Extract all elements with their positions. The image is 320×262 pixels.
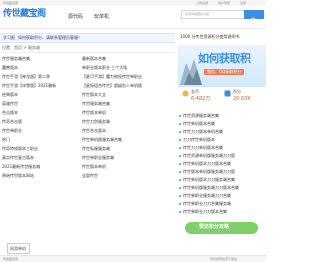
sidebar-item[interactable]: 传世刀刀版本单机合集 xyxy=(178,128,266,136)
bullet-icon xyxy=(179,211,181,213)
sidebar-item[interactable]: 传世单机版本刀刀版本合集 xyxy=(178,160,266,168)
sidebar-item[interactable]: 传世版本单机版服务端刀刀版 xyxy=(178,168,266,176)
bullet-icon xyxy=(179,115,181,117)
site-logo-text: 传世藏宝阁 xyxy=(3,9,46,19)
list-item[interactable]: 传世合击版本 xyxy=(80,127,175,135)
list-item[interactable]: 传世版本大全 xyxy=(80,91,175,99)
notice-text[interactable]: 如何获取积分，请联系管理员客服！ xyxy=(18,36,82,40)
login-link[interactable]: 用户登录 xyxy=(218,1,230,5)
side-notice: 1000 分传世资源积分使用说明书 xyxy=(178,33,266,41)
sidebar-item[interactable]: 传世资源服务端合集 xyxy=(178,112,266,120)
category-button[interactable]: 网游单机 xyxy=(7,243,30,254)
stat-value-gold: 6,482万 xyxy=(191,96,211,102)
user-stats: 金币 6,482万 积分 20.63K xyxy=(178,88,266,108)
sidebar-item[interactable]: 刀刀传世单机版本 xyxy=(178,136,266,144)
breadcrumb-text: 位置：首页 > 服务端 xyxy=(2,45,40,50)
points-icon xyxy=(224,90,231,97)
bullet-icon xyxy=(179,187,181,189)
nav-source-code[interactable]: 源代码 xyxy=(68,15,83,20)
list-item[interactable]: 魔兽版本 xyxy=(0,64,75,72)
list-item[interactable]: 传世单机版服务端合集 xyxy=(80,136,175,144)
sidebar-item[interactable]: 传世单职业服务端刀刀合集 xyxy=(178,192,266,200)
list-item[interactable]: 传世刀剑服务端 xyxy=(80,118,175,126)
nav-single-player[interactable]: 玩单机 xyxy=(94,15,109,20)
stat-value-points: 20.63K xyxy=(233,96,251,102)
top-strip-site: 传世藏宝阁 xyxy=(3,0,19,5)
sidebar-item[interactable]: 传世单职业刀刀版本合集 xyxy=(178,208,266,216)
list-item[interactable]: 传世版本单机 xyxy=(80,163,175,171)
sidebar-item[interactable]: 传世单机版本刀刀服务端合集 xyxy=(178,176,266,184)
footer-left: 传世藏宝阁 xyxy=(3,256,19,261)
register-link[interactable]: 注册 xyxy=(240,1,246,5)
site-header: 传世藏宝阁 源代码 玩单机 搜索你需要的内容 xyxy=(0,6,266,29)
list-item[interactable]: 热门 xyxy=(0,136,75,144)
banner-title: 如何获取积 xyxy=(198,52,251,65)
bullet-icon xyxy=(179,123,181,125)
banner-subtitle: 微信、QQ获取积分 xyxy=(204,69,245,75)
sidebar-item[interactable]: 传世单机版服务端刀刀版本合集 xyxy=(178,184,266,192)
search-icon xyxy=(250,17,257,24)
list-item[interactable]: 【星际组合传世】超级别人单机版 xyxy=(80,82,175,90)
footer-right: 传世游戏资源下载站 xyxy=(210,256,238,261)
sidebar-item[interactable]: 传世刀刀单机版本合集 xyxy=(178,144,266,152)
bullet-icon xyxy=(179,203,181,205)
sidebar-item[interactable]: 传世资源单机版服务端刀刀版 xyxy=(178,152,266,160)
list-item[interactable]: 传世版本单机 xyxy=(80,109,175,117)
bullet-icon xyxy=(179,179,181,181)
list-item[interactable]: 传世单职业 xyxy=(0,127,75,135)
list-item[interactable]: 2021最新传世服务端 xyxy=(0,163,75,171)
stat-label-points: 积分 xyxy=(233,89,241,94)
bullet-icon xyxy=(179,171,181,173)
site-logo[interactable]: 传世藏宝阁 xyxy=(3,10,47,23)
side-notice-text[interactable]: 1000 分传世资源积分使用说明书 xyxy=(180,35,239,39)
list-item[interactable]: 传世手游【冰雪版】2021最新 xyxy=(0,82,75,90)
list-item[interactable]: 传世手游【神龙版】第二季 xyxy=(0,73,75,81)
bullet-icon xyxy=(179,139,181,141)
notice-bar: 学习报 如何获取积分，请联系管理员客服！ xyxy=(0,33,175,43)
stat-label-gold: 金币 xyxy=(191,89,199,94)
search-placeholder: 搜索你需要的内容 xyxy=(185,12,210,16)
list-item[interactable]: 英雄传世 xyxy=(0,100,75,108)
list-item[interactable]: 真实传世复古版本 xyxy=(0,154,75,162)
search-button[interactable] xyxy=(244,10,264,24)
sidebar-item[interactable]: 传世单机版本合集 xyxy=(178,120,266,128)
list-item[interactable]: 传世服务端合集 xyxy=(0,55,75,63)
list-item[interactable]: 单职业版本职业·三个大陆 xyxy=(80,64,175,72)
category-button-label: 网游单机 xyxy=(10,245,26,251)
points-promo-button[interactable]: 赞达积分攻略 xyxy=(185,222,258,234)
mountain-illustration xyxy=(180,59,202,85)
list-item[interactable]: 合击版本 xyxy=(0,109,75,117)
search-input[interactable]: 搜索你需要的内容 xyxy=(181,10,245,19)
list-item[interactable]: 【星月手游】魔力神权传世单职业 xyxy=(80,73,175,81)
bullet-icon xyxy=(179,131,181,133)
list-item[interactable]: 原始传世版本网站 xyxy=(0,172,75,180)
promo-text: 赞达积分攻略 xyxy=(199,224,230,230)
bullet-icon xyxy=(179,163,181,165)
upload-link[interactable]: 上传资源 xyxy=(196,1,208,5)
notice-label: 学习报 xyxy=(3,35,15,40)
list-item[interactable]: 经典版本 xyxy=(0,91,75,99)
list-item[interactable]: 传奇合击版 xyxy=(0,118,75,126)
list-item[interactable]: 最新版本合集 xyxy=(80,55,175,63)
list-item[interactable]: 传世私服服务端 xyxy=(80,145,175,153)
breadcrumb: 位置：首页 > 服务端 xyxy=(0,44,175,53)
list-item[interactable]: 全部传世 xyxy=(80,172,175,180)
list-item[interactable]: 传世单职业服务端 xyxy=(80,154,175,162)
coin-icon xyxy=(182,90,189,97)
bullet-icon xyxy=(179,147,181,149)
list-item[interactable]: 传奇特戒版本三职业 xyxy=(0,145,75,153)
list-item[interactable]: 传世服务端合集 xyxy=(80,100,175,108)
sidebar-item[interactable]: 传世单职业刀刀合集服务端 xyxy=(178,200,266,208)
bullet-icon xyxy=(179,155,181,157)
bullet-icon xyxy=(179,195,181,197)
